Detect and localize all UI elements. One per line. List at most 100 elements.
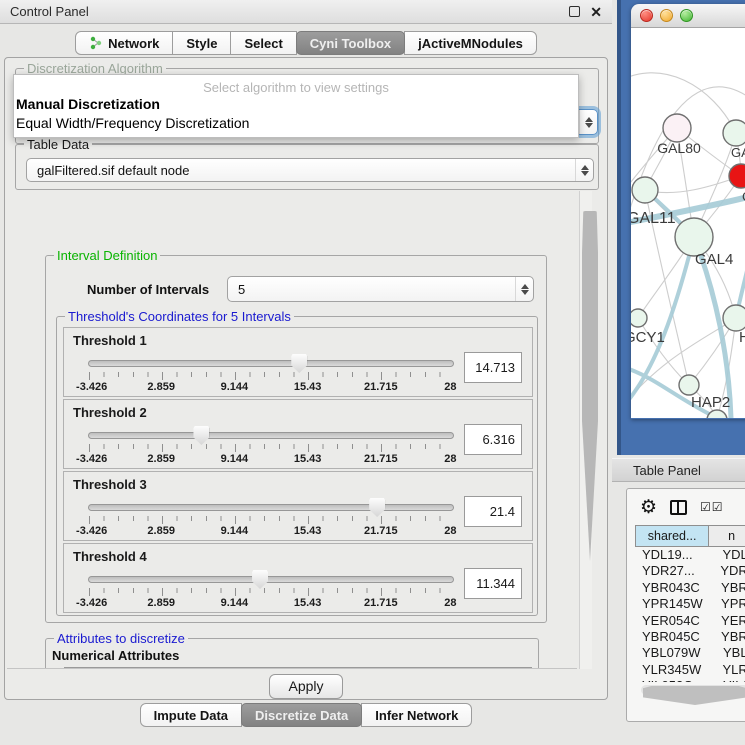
threshold-3-panel: Threshold 3 -3.4262.859 9.14415.43 21.71… bbox=[63, 471, 533, 541]
apply-strip: Apply bbox=[7, 669, 605, 697]
threshold-4-panel: Threshold 4 -3.4262.859 9.14415.43 21.71… bbox=[63, 543, 533, 613]
node-label-hap2: HAP2 bbox=[691, 394, 730, 411]
interval-definition-group: Interval Definition Number of Intervals … bbox=[45, 255, 547, 623]
table-toolbar: ⚙ ☑☑ bbox=[627, 489, 745, 525]
threshold-1-slider-thumb[interactable] bbox=[291, 354, 307, 373]
node-label-gal4: GAL4 bbox=[695, 251, 733, 268]
threshold-4-label: Threshold 4 bbox=[73, 549, 147, 564]
node-bottom[interactable] bbox=[707, 410, 727, 418]
threshold-2-value-field[interactable]: 6.316 bbox=[464, 424, 522, 455]
threshold-2-panel: Threshold 2 -3.4262.859 9.14415.43 21.71… bbox=[63, 399, 533, 469]
tab-style[interactable]: Style bbox=[172, 31, 231, 55]
mac-zoom-icon[interactable] bbox=[680, 9, 693, 22]
network-canvas[interactable]: GAL80 GA C GAL11 GAL4 GCY1 H HAP2 bbox=[631, 28, 745, 418]
threshold-4-value-field[interactable]: 11.344 bbox=[464, 568, 522, 599]
node-label-clipped-ga: GA bbox=[731, 145, 745, 160]
node-selected-red[interactable] bbox=[729, 164, 745, 188]
algorithm-placeholder: Select algorithm to view settings bbox=[14, 75, 578, 95]
panel-scrollbar[interactable] bbox=[579, 191, 592, 669]
option-manual-discretization[interactable]: Manual Discretization bbox=[14, 95, 578, 114]
node-label-h: H bbox=[739, 329, 745, 346]
close-icon[interactable]: ✕ bbox=[590, 5, 602, 19]
table-row[interactable]: YER054CYER0 bbox=[635, 613, 745, 629]
gear-icon[interactable]: ⚙ bbox=[640, 496, 657, 519]
table-row[interactable]: YIL052CYIL0 bbox=[635, 678, 745, 682]
threshold-3-label: Threshold 3 bbox=[73, 477, 147, 492]
thresholds-title: Threshold's Coordinates for 5 Intervals bbox=[65, 309, 294, 324]
node-gcy1[interactable] bbox=[631, 309, 647, 327]
tab-infer-network[interactable]: Infer Network bbox=[361, 703, 472, 727]
control-panel-titlebar: Control Panel ✕ bbox=[0, 0, 612, 24]
table-row[interactable]: YBR045CYBR0 bbox=[635, 629, 745, 645]
node-label-gal80: GAL80 bbox=[657, 140, 701, 156]
option-equal-width-frequency[interactable]: Equal Width/Frequency Discretization bbox=[14, 114, 578, 133]
threshold-1-panel: Threshold 1 -3.4262.859 9.14415.43 21.71… bbox=[63, 327, 533, 397]
threshold-2-slider-thumb[interactable] bbox=[193, 426, 209, 445]
node-label-gcy1: GCY1 bbox=[631, 329, 665, 346]
float-window-icon[interactable] bbox=[569, 6, 580, 17]
network-graph: GAL80 GA C GAL11 GAL4 GCY1 H HAP2 bbox=[631, 28, 745, 418]
table-data-group: Table Data galFiltered.sif default node bbox=[15, 144, 599, 190]
column-header-name[interactable]: n bbox=[709, 525, 745, 547]
threshold-3-slider[interactable]: -3.4262.859 9.14415.43 21.71528 bbox=[88, 497, 454, 537]
node-hap2[interactable] bbox=[679, 375, 699, 395]
checkbox-icons[interactable]: ☑☑ bbox=[700, 500, 724, 514]
table-horizontal-scrollbar[interactable] bbox=[641, 685, 745, 695]
tab-impute-data[interactable]: Impute Data bbox=[140, 703, 242, 727]
table-row[interactable]: YLR345WYLR3 bbox=[635, 662, 745, 678]
tab-network[interactable]: Network bbox=[75, 31, 173, 55]
number-of-intervals-combobox[interactable]: 5 bbox=[227, 276, 534, 302]
table-data-combobox[interactable]: galFiltered.sif default node bbox=[26, 158, 594, 182]
table-panel-titlebar: Table Panel bbox=[612, 458, 745, 482]
panel-title: Control Panel bbox=[10, 4, 89, 19]
mac-minimize-icon[interactable] bbox=[660, 9, 673, 22]
tab-select[interactable]: Select bbox=[230, 31, 296, 55]
split-columns-icon[interactable] bbox=[670, 500, 687, 515]
node-gal11[interactable] bbox=[632, 177, 658, 203]
table-rows: YDL19...YDL1 YDR27...YDR2 YBR043CYBR0 YP… bbox=[635, 547, 745, 682]
cytoscape-desktop: GAL80 GA C GAL11 GAL4 GCY1 H HAP2 bbox=[617, 0, 745, 455]
table-row[interactable]: YDL19...YDL1 bbox=[635, 547, 745, 563]
node-label-gal11: GAL11 bbox=[631, 210, 676, 227]
interval-definition-title: Interval Definition bbox=[54, 248, 160, 263]
tab-jactivemnodules[interactable]: jActiveMNodules bbox=[404, 31, 537, 55]
node-table: shared... n YDL19...YDL1 YDR27...YDR2 YB… bbox=[635, 525, 745, 695]
attributes-title: Attributes to discretize bbox=[54, 631, 188, 646]
table-row[interactable]: YDR27...YDR2 bbox=[635, 563, 745, 579]
thresholds-group: Threshold's Coordinates for 5 Intervals … bbox=[56, 316, 538, 616]
threshold-4-slider[interactable]: -3.4262.859 9.14415.43 21.71528 bbox=[88, 569, 454, 609]
table-panel-title: Table Panel bbox=[633, 463, 701, 478]
table-header-row: shared... n bbox=[635, 525, 745, 547]
table-row[interactable]: YBL079WYBL0 bbox=[635, 645, 745, 661]
numerical-attributes-label: Numerical Attributes bbox=[52, 648, 179, 663]
threshold-1-value-field[interactable]: 14.713 bbox=[464, 352, 522, 383]
table-row[interactable]: YPR145WYPR1 bbox=[635, 596, 745, 612]
algorithm-dropdown-popup: Select algorithm to view settings Manual… bbox=[13, 74, 579, 138]
node-top-right[interactable] bbox=[723, 120, 745, 146]
bottom-tabbar: Impute Data Discretize Data Infer Networ… bbox=[0, 703, 612, 727]
network-icon bbox=[89, 36, 103, 50]
number-of-intervals-label: Number of Intervals bbox=[87, 282, 209, 297]
apply-button[interactable]: Apply bbox=[269, 674, 343, 699]
threshold-2-slider[interactable]: -3.4262.859 9.14415.43 21.71528 bbox=[88, 425, 454, 465]
combo-stepper-icon bbox=[575, 159, 593, 181]
threshold-4-slider-thumb[interactable] bbox=[252, 570, 268, 589]
node-h[interactable] bbox=[723, 305, 745, 331]
tab-discretize-data[interactable]: Discretize Data bbox=[241, 703, 362, 727]
top-tabbar: Network Style Select Cyni Toolbox jActiv… bbox=[0, 31, 612, 55]
threshold-1-slider[interactable]: -3.4262.859 9.14415.43 21.71528 bbox=[88, 353, 454, 393]
table-row[interactable]: YBR043CYBR0 bbox=[635, 580, 745, 596]
network-window-titlebar bbox=[631, 4, 745, 28]
tab-cyni-toolbox[interactable]: Cyni Toolbox bbox=[296, 31, 405, 55]
combo-stepper-icon bbox=[579, 110, 597, 134]
attributes-group: Attributes to discretize Numerical Attri… bbox=[45, 638, 539, 669]
column-header-shared[interactable]: shared... bbox=[635, 525, 709, 547]
network-view-window[interactable]: GAL80 GA C GAL11 GAL4 GCY1 H HAP2 bbox=[631, 4, 745, 419]
mac-close-icon[interactable] bbox=[640, 9, 653, 22]
threshold-3-value-field[interactable]: 21.4 bbox=[464, 496, 522, 527]
node-gal80[interactable] bbox=[663, 114, 691, 142]
threshold-3-slider-thumb[interactable] bbox=[369, 498, 385, 517]
threshold-2-label: Threshold 2 bbox=[73, 405, 147, 420]
right-region: GAL80 GA C GAL11 GAL4 GCY1 H HAP2 Table … bbox=[612, 0, 745, 745]
settings-scroll-viewport: Interval Definition Number of Intervals … bbox=[7, 191, 577, 669]
